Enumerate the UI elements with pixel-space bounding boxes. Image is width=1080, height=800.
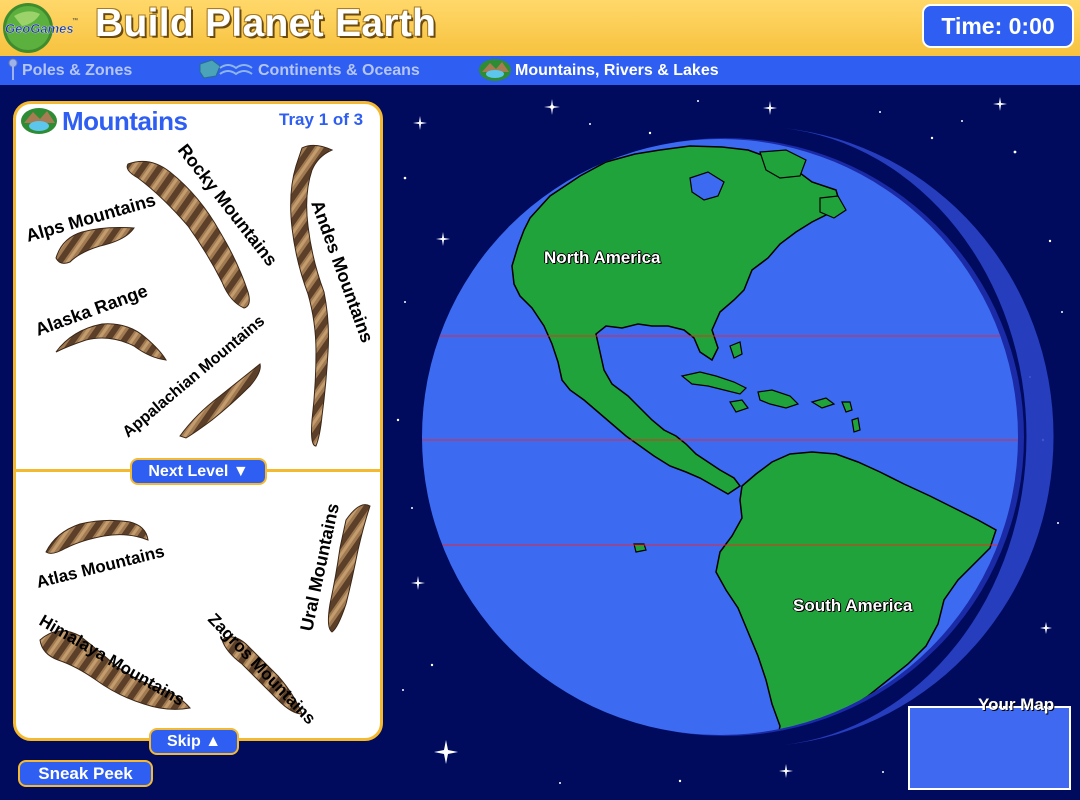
nav-continents-oceans[interactable]: Continents & Oceans xyxy=(198,56,420,85)
mountain-pieces: Alps Mountains Rocky Mountains Andes Mou… xyxy=(24,140,378,728)
alaska-range-piece[interactable]: Alaska Range xyxy=(33,281,167,361)
nav-poles-zones[interactable]: Poles & Zones xyxy=(8,56,132,85)
header-bar: GeoGames ™ Build Planet Earth Time: 0:00 xyxy=(0,0,1080,56)
nav-label: Poles & Zones xyxy=(22,62,133,79)
triangle-up-icon: ▲ xyxy=(205,733,222,750)
timer-display: Time: 0:00 xyxy=(922,4,1074,48)
sneak-peek-button[interactable]: Sneak Peek xyxy=(18,760,153,787)
skip-button[interactable]: Skip ▲ xyxy=(149,728,239,755)
page-title: Build Planet Earth xyxy=(95,2,437,45)
alps-mountains-piece[interactable]: Alps Mountains xyxy=(24,190,158,264)
your-map-thumbnail[interactable] xyxy=(908,706,1071,790)
level-nav: Poles & Zones Continents & Oceans Mounta… xyxy=(0,56,1080,85)
logo-text: GeoGames xyxy=(5,21,74,36)
atlas-mountains-piece[interactable]: Atlas Mountains xyxy=(34,519,166,592)
nav-mountains-rivers-lakes[interactable]: Mountains, Rivers & Lakes xyxy=(478,56,719,85)
continents-icon xyxy=(199,59,253,79)
south-america-label: South America xyxy=(793,596,913,615)
sneak-peek-label: Sneak Peek xyxy=(38,764,133,783)
andes-mountains-piece[interactable]: Andes Mountains xyxy=(290,144,378,447)
your-map-label: Your Map xyxy=(978,695,1055,714)
geogames-logo: GeoGames ™ xyxy=(3,3,78,53)
pin-icon xyxy=(8,58,18,80)
mountain-lake-icon xyxy=(479,59,511,81)
triangle-down-icon: ▼ xyxy=(232,463,249,480)
himalaya-mountains-piece[interactable]: Himalaya Mountains xyxy=(36,611,191,710)
rocky-mountains-piece[interactable]: Rocky Mountains xyxy=(126,140,281,309)
ural-mountains-piece[interactable]: Ural Mountains xyxy=(296,501,371,633)
next-level-button[interactable]: Next Level ▼ xyxy=(130,458,267,485)
logo-tm: ™ xyxy=(72,17,78,24)
nav-label: Mountains, Rivers & Lakes xyxy=(515,62,719,79)
appalachian-mountains-piece[interactable]: Appalachian Mountains xyxy=(120,313,269,442)
skip-label: Skip xyxy=(166,733,201,750)
next-level-label: Next Level xyxy=(148,463,229,480)
north-america-label: North America xyxy=(544,248,661,267)
